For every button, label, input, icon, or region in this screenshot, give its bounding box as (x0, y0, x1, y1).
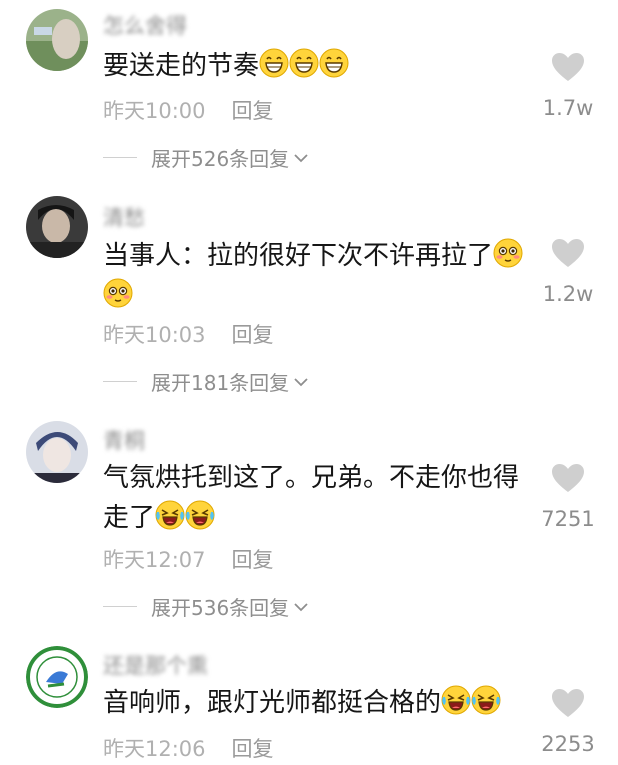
comment-meta: 昨天12:06 回复 (103, 733, 274, 763)
grinning-emoji (289, 48, 319, 78)
chevron-down-icon (294, 153, 308, 162)
heart-icon (552, 464, 584, 492)
reply-button[interactable]: 回复 (232, 737, 274, 761)
chevron-down-icon (294, 602, 308, 611)
comment-text: 当事人：拉的很好下次不许再拉了 (103, 236, 523, 316)
flushed-emoji (103, 278, 133, 308)
comment-time: 昨天12:06 (103, 737, 206, 761)
like-button[interactable]: 1.7w (538, 50, 598, 120)
divider-line (103, 381, 137, 382)
like-count: 1.2w (542, 282, 594, 306)
comment-text-content: 音响师，跟灯光师都挺合格的 (103, 688, 442, 718)
expand-replies-button[interactable]: 展开181条回复 (103, 367, 309, 396)
heart-icon (552, 239, 584, 267)
reply-button[interactable]: 回复 (232, 323, 274, 347)
expand-replies-label: 展开526条回复 (151, 147, 290, 171)
divider-line (103, 606, 137, 607)
avatar[interactable] (26, 421, 88, 483)
chevron-down-icon (294, 377, 308, 386)
comment-meta: 昨天12:07 回复 (103, 544, 274, 574)
comment-meta: 昨天10:03 回复 (103, 319, 274, 349)
rolling-laughing-emoji (441, 685, 471, 715)
like-count: 2253 (541, 732, 595, 756)
like-button[interactable]: 7251 (538, 461, 598, 531)
username[interactable]: 怎么舍得 (103, 10, 187, 40)
username[interactable]: 青桐 (103, 425, 145, 455)
avatar[interactable] (26, 196, 88, 258)
expand-replies-label: 展开181条回复 (151, 371, 290, 395)
rolling-laughing-emoji (155, 500, 185, 530)
grinning-emoji (319, 48, 349, 78)
expand-replies-button[interactable]: 展开526条回复 (103, 143, 309, 172)
comment-time: 昨天12:07 (103, 548, 206, 572)
username[interactable]: 清愁 (103, 202, 145, 232)
comment-time: 昨天10:00 (103, 99, 206, 123)
username[interactable]: 还是那个熏 (103, 650, 208, 680)
comment-time: 昨天10:03 (103, 323, 206, 347)
heart-icon (552, 689, 584, 717)
like-count: 1.7w (542, 96, 594, 120)
comment-text-content: 当事人：拉的很好下次不许再拉了 (103, 241, 494, 271)
expand-replies-label: 展开536条回复 (151, 596, 290, 620)
like-count: 7251 (541, 507, 595, 531)
comment-text: 气氛烘托到这了。兄弟。不走你也得走了 (103, 458, 523, 538)
heart-icon (552, 53, 584, 81)
comment-meta: 昨天10:00 回复 (103, 95, 274, 125)
comment-text: 音响师，跟灯光师都挺合格的 (103, 683, 523, 723)
divider-line (103, 157, 137, 158)
like-button[interactable]: 2253 (538, 686, 598, 756)
avatar[interactable] (26, 9, 88, 71)
expand-replies-button[interactable]: 展开536条回复 (103, 592, 309, 621)
comment-text: 要送走的节奏 (103, 46, 523, 86)
like-button[interactable]: 1.2w (538, 236, 598, 306)
rolling-laughing-emoji (185, 500, 215, 530)
comment-text-content: 要送走的节奏 (103, 51, 260, 81)
flushed-emoji (493, 238, 523, 268)
rolling-laughing-emoji (471, 685, 501, 715)
reply-button[interactable]: 回复 (232, 548, 274, 572)
grinning-emoji (259, 48, 289, 78)
reply-button[interactable]: 回复 (232, 99, 274, 123)
avatar[interactable] (26, 646, 88, 708)
